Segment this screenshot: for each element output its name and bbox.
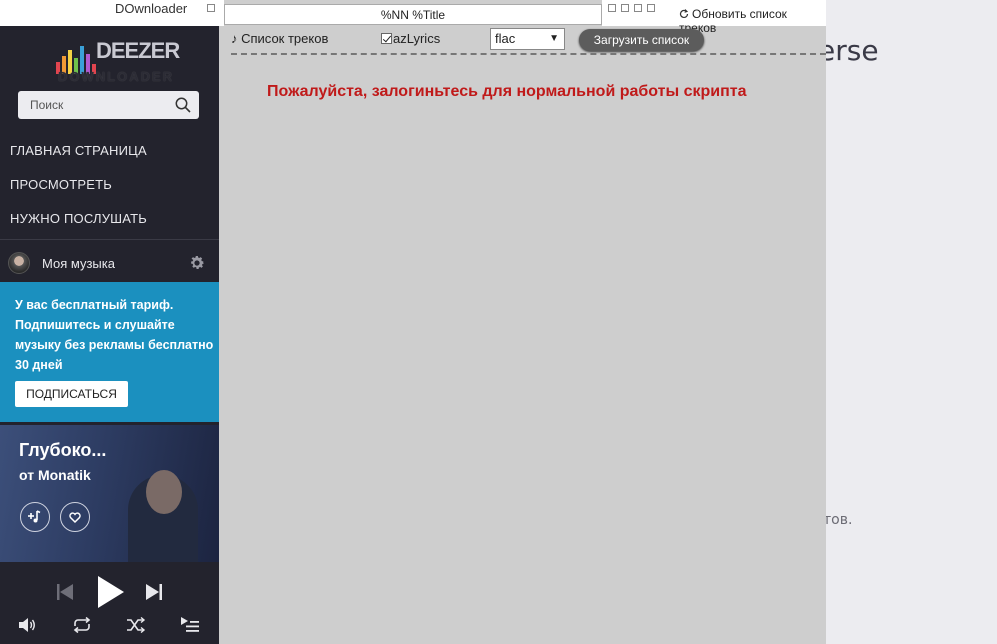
- sidebar-divider: [0, 239, 219, 240]
- promo-text: У вас бесплатный тариф. Подпишитесь и сл…: [15, 298, 214, 372]
- login-warning-message: Пожалуйста, залогиньтесь для нормальной …: [267, 83, 747, 100]
- search-icon[interactable]: [175, 97, 191, 113]
- favorite-button[interactable]: [60, 502, 90, 532]
- track-list-toggle[interactable]: ♪ Список треков: [231, 31, 328, 46]
- option-box-icon[interactable]: [647, 4, 655, 12]
- refresh-icon: [679, 9, 689, 19]
- volume-icon[interactable]: [18, 618, 36, 632]
- sidebar: DEEZER DOWNLOADER ГЛАВНАЯ СТРАНИЦА ПРОСМ…: [0, 0, 219, 644]
- dashed-divider: [231, 53, 826, 55]
- gear-icon[interactable]: [188, 254, 206, 272]
- add-to-playlist-button[interactable]: [20, 502, 50, 532]
- subscription-promo: У вас бесплатный тариф. Подпишитесь и сл…: [0, 282, 219, 422]
- subscribe-button[interactable]: ПОДПИСАТЬСЯ: [15, 381, 128, 407]
- load-list-button[interactable]: Загрузить список: [579, 29, 704, 51]
- nav-item-listen-later[interactable]: НУЖНО ПОСЛУШАТЬ: [10, 211, 147, 226]
- window-control-icon[interactable]: [207, 4, 215, 12]
- heart-icon: [69, 512, 81, 524]
- nav-item-explore[interactable]: ПРОСМОТРЕТЬ: [10, 177, 112, 192]
- queue-icon[interactable]: [180, 616, 200, 633]
- avatar[interactable]: [8, 252, 30, 274]
- track-title[interactable]: Глубоко...: [19, 440, 106, 461]
- option-box-icon[interactable]: [608, 4, 616, 12]
- my-music-row[interactable]: Моя музыка: [0, 248, 219, 278]
- option-box-icon[interactable]: [621, 4, 629, 12]
- search-input[interactable]: [18, 91, 168, 119]
- format-value: flac: [495, 31, 516, 46]
- cover-art-figure-head: [146, 470, 182, 514]
- my-music-label[interactable]: Моя музыка: [42, 256, 115, 271]
- background-text-fragment: тов.: [823, 512, 853, 528]
- play-icon[interactable]: [96, 575, 126, 609]
- app-title: DOwnloader: [115, 1, 188, 16]
- shuffle-icon[interactable]: [126, 617, 146, 633]
- chevron-down-icon: ▼: [549, 33, 559, 44]
- logo-brand-text: DEEZER: [96, 38, 180, 63]
- azlyrics-label: azLyrics: [393, 31, 441, 46]
- background-title-fragment: erse: [818, 34, 879, 67]
- next-track-icon[interactable]: [144, 582, 164, 602]
- deezer-logo[interactable]: DEEZER DOWNLOADER: [56, 38, 180, 90]
- previous-track-icon[interactable]: [55, 582, 75, 602]
- downloader-top-bar: DOwnloader Обновить список треков: [0, 0, 826, 35]
- format-select[interactable]: flac ▼: [490, 28, 565, 50]
- filename-pattern-input[interactable]: [224, 4, 602, 25]
- add-to-playlist-icon: [28, 510, 41, 523]
- now-playing-card: Глубоко... от Monatik: [0, 425, 219, 562]
- repeat-icon[interactable]: [72, 617, 92, 633]
- logo-subtitle-text: DOWNLOADER: [58, 69, 175, 84]
- option-box-icon[interactable]: [634, 4, 642, 12]
- refresh-track-list-button[interactable]: Обновить список треков: [679, 7, 826, 35]
- search-box: [18, 91, 199, 119]
- track-artist[interactable]: от Monatik: [19, 467, 91, 483]
- azlyrics-checkbox[interactable]: azLyrics: [381, 31, 440, 46]
- player-controls: [0, 562, 219, 644]
- azlyrics-check-icon[interactable]: [381, 33, 392, 44]
- nav-item-home[interactable]: ГЛАВНАЯ СТРАНИЦА: [10, 143, 147, 158]
- top-bar-left-area: [0, 0, 224, 26]
